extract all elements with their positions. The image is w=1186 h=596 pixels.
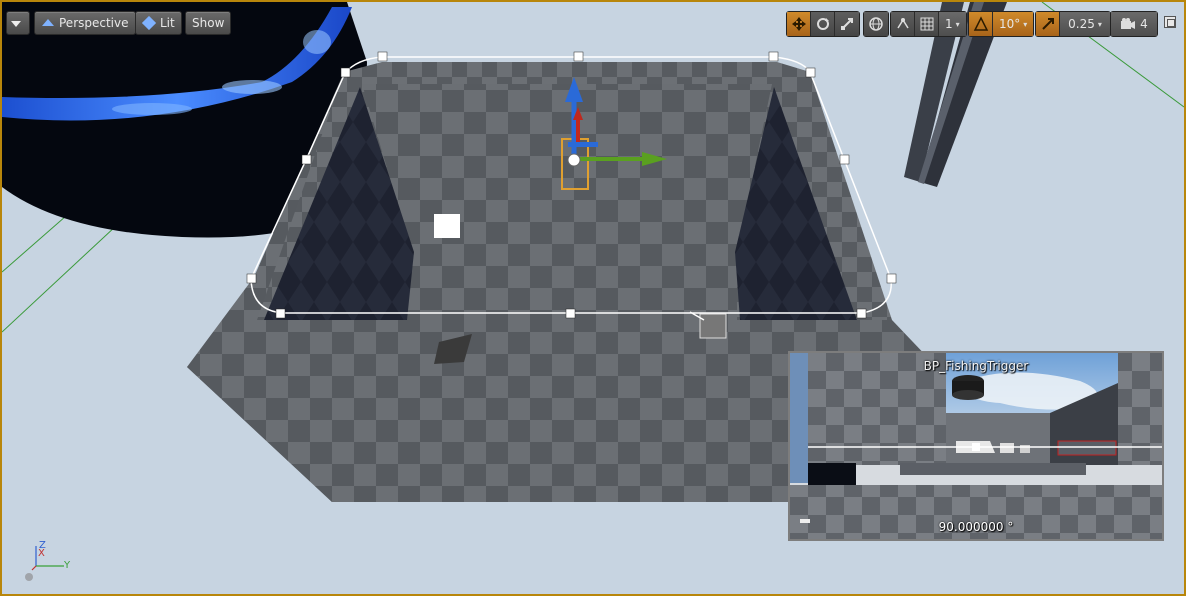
angle-icon bbox=[973, 16, 988, 31]
camera-speed-value-text: 4 bbox=[1140, 17, 1148, 31]
world-space-button[interactable] bbox=[864, 12, 888, 36]
preview-title: BP_FishingTrigger bbox=[923, 359, 1029, 373]
scale-snap-value[interactable]: 0.25 ▾ bbox=[1060, 12, 1110, 36]
lit-button[interactable]: Lit bbox=[135, 11, 182, 35]
maximize-viewport-button[interactable] bbox=[1164, 16, 1176, 28]
scale-snap-value-text: 0.25 bbox=[1068, 17, 1095, 31]
lit-label: Lit bbox=[160, 16, 175, 30]
camera-speed-button[interactable]: 4 bbox=[1111, 12, 1157, 36]
axis-indicator: Z X Y bbox=[24, 540, 84, 588]
transform-mode-group bbox=[786, 11, 860, 37]
rotate-mode-button[interactable] bbox=[811, 12, 835, 36]
grid-snap-toggle[interactable] bbox=[915, 12, 939, 36]
chevron-down-icon: ▾ bbox=[1097, 19, 1102, 29]
translate-icon bbox=[791, 17, 806, 31]
axis-y-label: Y bbox=[64, 560, 71, 571]
viewport-options-button[interactable] bbox=[6, 11, 30, 35]
scale-icon bbox=[841, 18, 853, 30]
surface-snap-button[interactable] bbox=[891, 12, 915, 36]
lit-sphere-icon bbox=[141, 15, 157, 31]
preview-angle-readout: 90.000000 ° bbox=[938, 520, 1014, 534]
rotate-icon bbox=[816, 18, 829, 30]
camera-speed-group: 4 bbox=[1110, 11, 1158, 37]
scale-snap-group: 0.25 ▾ bbox=[1035, 11, 1111, 37]
perspective-label: Perspective bbox=[59, 16, 129, 30]
scale-mode-button[interactable] bbox=[835, 12, 859, 36]
chevron-down-icon bbox=[11, 21, 21, 27]
axis-lines bbox=[25, 546, 64, 581]
translate-mode-button[interactable] bbox=[787, 12, 811, 36]
chevron-down-icon: ▾ bbox=[955, 19, 960, 29]
scale-snap-toggle[interactable] bbox=[1036, 12, 1060, 36]
show-label: Show bbox=[192, 16, 225, 30]
axis-x-label: X bbox=[38, 548, 45, 559]
perspective-button[interactable]: Perspective bbox=[34, 11, 136, 35]
rotation-snap-value-text: 10° bbox=[999, 17, 1021, 31]
grid-icon bbox=[920, 17, 933, 31]
scale-snap-icon bbox=[1041, 18, 1054, 30]
grid-snap-group: 1 ▾ bbox=[890, 11, 967, 37]
show-button[interactable]: Show bbox=[185, 11, 232, 35]
rotation-snap-group: 10° ▾ bbox=[968, 11, 1035, 37]
chevron-down-icon: ▾ bbox=[1023, 19, 1028, 29]
rotation-snap-value[interactable]: 10° ▾ bbox=[993, 12, 1034, 36]
surface-snap-icon bbox=[896, 18, 909, 29]
grid-snap-value-text: 1 bbox=[945, 17, 953, 31]
camera-icon bbox=[1121, 18, 1136, 29]
globe-icon bbox=[869, 17, 883, 31]
camera-preview-image bbox=[790, 353, 1162, 539]
restore-icon bbox=[1167, 19, 1175, 27]
grid-snap-value[interactable]: 1 ▾ bbox=[939, 12, 966, 36]
level-viewport[interactable]: Perspective Lit Show 1 ▾ 10° ▾ 0.25 ▾ 4 … bbox=[0, 0, 1186, 596]
perspective-icon bbox=[41, 15, 55, 29]
rotation-snap-toggle[interactable] bbox=[969, 12, 993, 36]
coordinate-space-group bbox=[863, 11, 889, 37]
camera-preview-panel: BP_FishingTrigger 90.000000 ° bbox=[788, 351, 1164, 541]
